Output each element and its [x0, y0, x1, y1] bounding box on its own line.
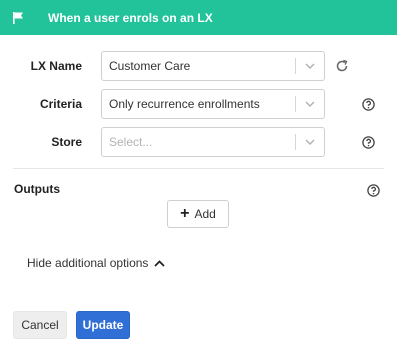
criteria-value: Only recurrence enrollments	[109, 97, 260, 111]
chevron-down-icon[interactable]	[303, 98, 317, 110]
store-label: Store	[51, 135, 82, 149]
lx-name-label: LX Name	[30, 59, 82, 73]
criteria-row: Criteria Only recurrence enrollments	[0, 89, 397, 119]
criteria-select[interactable]: Only recurrence enrollments	[101, 89, 325, 119]
dialog-header: When a user enrols on an LX	[0, 0, 397, 35]
dialog-title: When a user enrols on an LX	[48, 10, 213, 25]
store-row: Store Select...	[0, 127, 397, 157]
help-icon[interactable]	[361, 97, 375, 111]
lx-name-value: Customer Care	[109, 59, 191, 73]
lx-name-row: LX Name Customer Care	[0, 51, 397, 81]
chevron-up-icon	[154, 256, 166, 270]
update-button[interactable]: Update	[76, 311, 130, 339]
lx-name-select[interactable]: Customer Care	[101, 51, 325, 81]
help-icon[interactable]	[366, 183, 380, 197]
cancel-button[interactable]: Cancel	[13, 311, 67, 339]
select-separator	[295, 58, 296, 74]
store-placeholder: Select...	[109, 135, 153, 149]
flag-icon	[0, 0, 35, 35]
select-separator	[295, 96, 296, 112]
select-separator	[295, 134, 296, 150]
outputs-label: Outputs	[14, 182, 60, 196]
add-output-label: Add	[194, 207, 216, 221]
chevron-down-icon[interactable]	[303, 136, 317, 148]
section-divider	[13, 168, 384, 169]
hide-additional-options-label: Hide additional options	[27, 256, 149, 270]
add-output-button[interactable]: + Add	[167, 200, 229, 228]
store-select[interactable]: Select...	[101, 127, 325, 157]
criteria-label: Criteria	[39, 97, 82, 111]
plus-icon: +	[180, 205, 190, 222]
hide-additional-options-toggle[interactable]: Hide additional options	[27, 256, 166, 270]
refresh-icon[interactable]	[335, 59, 349, 73]
help-icon[interactable]	[361, 135, 375, 149]
chevron-down-icon[interactable]	[303, 60, 317, 72]
